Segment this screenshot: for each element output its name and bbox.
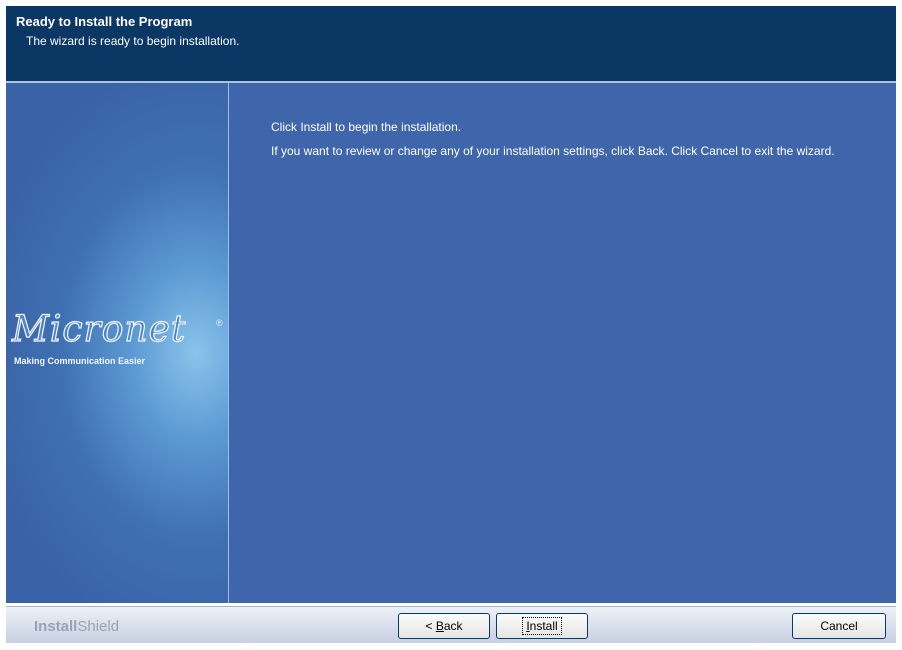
- cancel-button[interactable]: Cancel: [792, 613, 886, 639]
- instructions: Click Install to begin the installation.…: [271, 120, 891, 158]
- instruction-text-1: Click Install to begin the installation.: [271, 120, 462, 134]
- registered-mark: ®: [216, 318, 223, 328]
- wizard-footer: InstallShield < Back Install Cancel: [6, 603, 896, 650]
- page-title: Ready to Install the Program: [16, 14, 193, 29]
- back-button[interactable]: < Back: [398, 613, 490, 639]
- micronet-logo: Micronet ® Making Communication Easier: [11, 308, 226, 378]
- wizard-header: Ready to Install the Program The wizard …: [6, 6, 896, 83]
- button-bar: InstallShield < Back Install Cancel: [6, 606, 896, 643]
- wizard-body: Micronet ® Making Communication Easier C…: [6, 83, 896, 603]
- installshield-logo: InstallShield: [34, 618, 119, 635]
- installshield-bold: Install: [34, 618, 78, 635]
- installer-window: Ready to Install the Program The wizard …: [6, 6, 896, 650]
- install-button[interactable]: Install: [496, 613, 588, 639]
- back-prefix: <: [425, 619, 436, 633]
- install-focus-rect: Install: [522, 617, 562, 635]
- brand-panel: Micronet ® Making Communication Easier: [6, 83, 229, 603]
- logo-wordmark: Micronet: [11, 308, 187, 350]
- install-label: nstall: [529, 619, 558, 633]
- back-accelerator: B: [435, 619, 444, 633]
- instruction-text-2: If you want to review or change any of y…: [271, 144, 835, 158]
- back-label: ack: [443, 619, 463, 633]
- logo-tagline: Making Communication Easier: [14, 356, 146, 366]
- page-subtitle: The wizard is ready to begin installatio…: [26, 34, 240, 48]
- installshield-thin: Shield: [77, 618, 120, 635]
